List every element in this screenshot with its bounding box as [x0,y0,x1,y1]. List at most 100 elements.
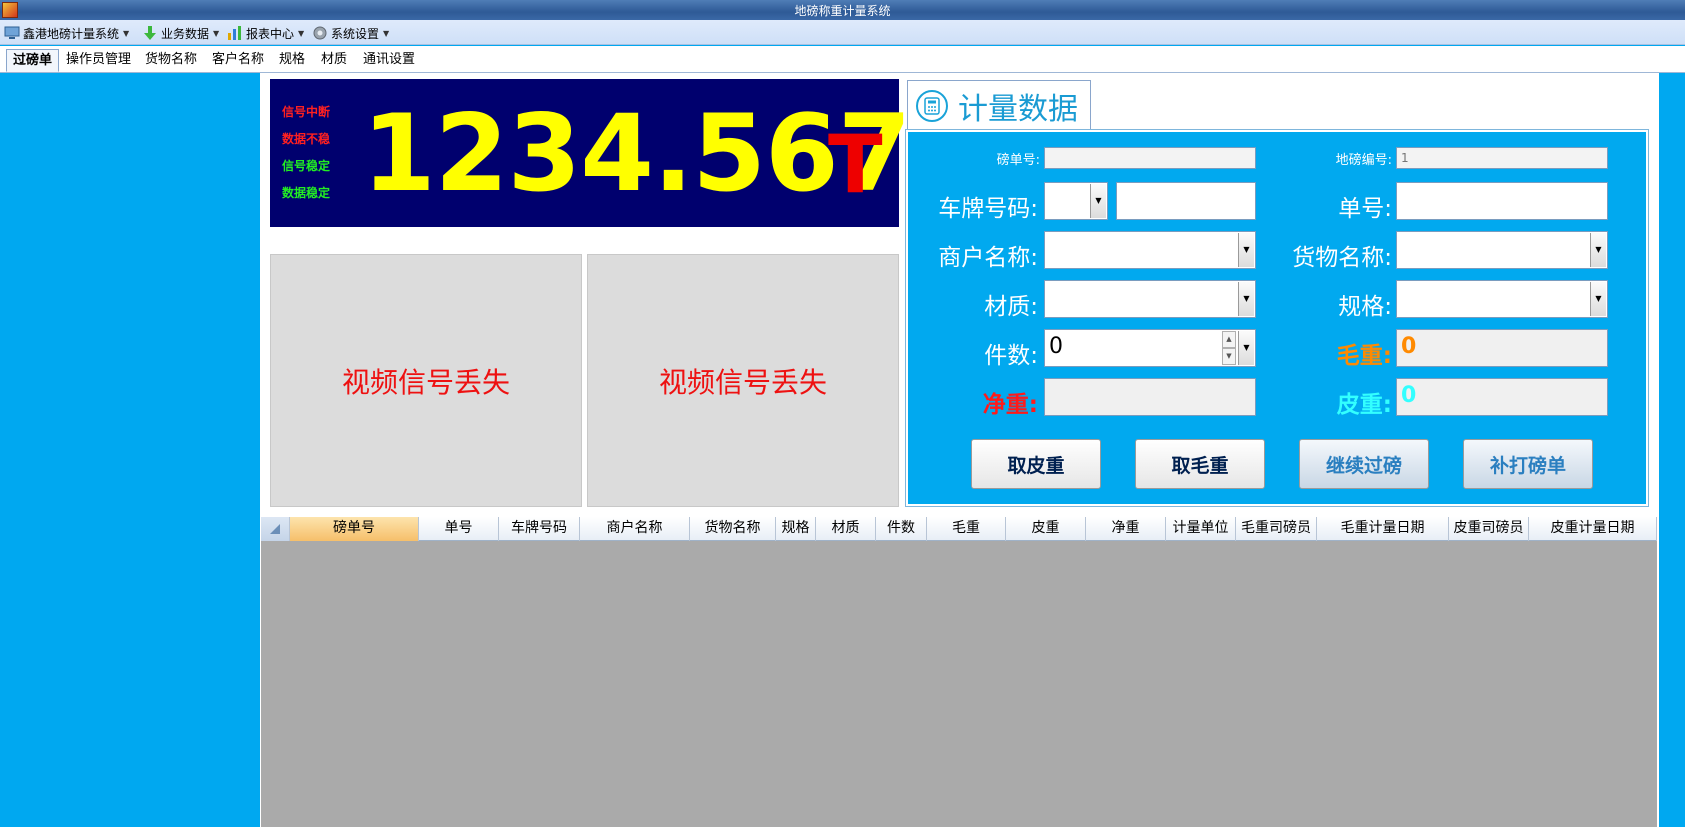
column-header[interactable]: 净重 [1086,517,1166,541]
tab-comm-settings[interactable]: 通讯设置 [357,49,421,72]
menu-business-label: 业务数据 [161,26,210,41]
menu-bar: 鑫港地磅计量系统 ▼ 业务数据 ▼ 报表中心 ▼ 系统设置 ▼ [0,20,1685,45]
spec-select[interactable]: ▼ [1396,280,1608,318]
bar-chart-icon [227,25,243,41]
stepper-down-icon[interactable]: ▼ [1222,348,1236,365]
gross-label: 毛重: [1336,343,1392,369]
plate-label: 车牌号码: [938,196,1038,222]
goods-label: 货物名称: [1292,245,1392,271]
column-header[interactable]: 毛重 [927,517,1006,541]
scale-no-label: 地磅编号: [1335,153,1392,168]
ticket-no-field[interactable] [1044,147,1256,169]
scale-no-field[interactable]: 1 [1396,147,1608,169]
tare-weight-field[interactable]: 0 [1396,378,1608,416]
tab-spec[interactable]: 规格 [273,49,311,72]
stepper-arrows[interactable]: ▲ ▼ [1222,331,1236,365]
column-header[interactable]: 规格 [776,517,816,541]
video-lost-text: 视频信号丢失 [658,365,827,399]
menu-system[interactable]: 鑫港地磅计量系统 ▼ [4,24,129,42]
order-no-field[interactable] [1396,182,1608,220]
column-header[interactable]: 毛重司磅员 [1236,517,1317,541]
gear-icon [312,25,328,41]
column-header[interactable]: 单号 [419,517,499,541]
pieces-value: 0 [1049,334,1063,359]
material-label: 材质: [984,294,1038,320]
pieces-label: 件数: [984,343,1038,369]
merchant-select[interactable]: ▼ [1044,231,1256,269]
net-weight-field[interactable] [1044,378,1256,416]
tab-customer-name[interactable]: 客户名称 [206,49,270,72]
take-tare-button[interactable]: 取皮重 [971,439,1101,489]
ticket-no-label: 磅单号: [996,153,1040,168]
chevron-down-icon[interactable]: ▼ [1238,233,1254,267]
download-arrow-icon [142,25,158,41]
chevron-down-icon[interactable]: ▼ [1590,233,1606,267]
chevron-down-icon: ▼ [213,28,220,38]
column-header[interactable]: 商户名称 [580,517,690,541]
column-header[interactable]: 磅单号 [290,517,419,541]
menu-system-label: 鑫港地磅计量系统 [23,26,120,41]
grid-header: 磅单号 单号 车牌号码 商户名称 货物名称 规格 材质 件数 毛重 皮重 净重 … [261,517,1657,541]
menu-settings-label: 系统设置 [331,26,380,41]
tab-material[interactable]: 材质 [315,49,353,72]
tab-weighing-ticket[interactable]: 过磅单 [6,49,60,72]
column-header[interactable]: 毛重计量日期 [1317,517,1449,541]
net-label: 净重: [982,392,1038,418]
menu-business[interactable]: 业务数据 ▼ [142,24,219,42]
weighing-records-grid: 磅单号 单号 车牌号码 商户名称 货物名称 规格 材质 件数 毛重 皮重 净重 … [261,517,1657,827]
chevron-down-icon[interactable]: ▼ [1590,282,1606,316]
video-lost-text: 视频信号丢失 [341,365,510,399]
video-panel-left: 视频信号丢失 [270,254,582,507]
tab-strip: 过磅单 操作员管理 货物名称 客户名称 规格 材质 通讯设置 [0,46,1685,73]
menu-reports[interactable]: 报表中心 ▼ [227,24,304,42]
chevron-down-icon[interactable]: ▼ [1090,184,1106,218]
column-header[interactable]: 皮重司磅员 [1449,517,1529,541]
video-panel-right: 视频信号丢失 [587,254,899,507]
menu-settings[interactable]: 系统设置 ▼ [312,24,389,42]
tare-label: 皮重: [1336,392,1392,418]
column-header[interactable]: 材质 [816,517,876,541]
merchant-label: 商户名称: [938,245,1038,271]
gross-weight-field[interactable]: 0 [1396,329,1608,367]
status-signal-stable: 信号稳定 [282,159,331,173]
chevron-down-icon[interactable]: ▼ [1238,282,1254,316]
metering-form: 磅单号: 地磅编号: 1 车牌号码: ▼ 单号: 商户名称: ▼ 货物名称: ▼… [905,129,1649,507]
goods-select[interactable]: ▼ [1396,231,1608,269]
select-all-corner[interactable] [261,517,290,541]
plate-prefix-select[interactable]: ▼ [1044,182,1108,220]
column-header[interactable]: 货物名称 [690,517,776,541]
status-signal-lost: 信号中断 [282,105,331,119]
tab-metering-data[interactable]: 计量数据 [907,80,1091,130]
calculator-icon [916,89,948,122]
chevron-down-icon: ▼ [298,28,305,38]
right-edge [1659,73,1685,827]
chevron-down-icon: ▼ [123,28,130,38]
chevron-down-icon[interactable]: ▼ [1238,331,1254,365]
status-data-unstable: 数据不稳 [282,132,331,146]
tab-metering-data-label: 计量数据 [958,91,1078,127]
pieces-stepper[interactable]: 0 ▲ ▼ ▼ [1044,329,1256,367]
material-select[interactable]: ▼ [1044,280,1256,318]
tab-goods-name[interactable]: 货物名称 [139,49,203,72]
continue-weighing-button[interactable]: 继续过磅 [1299,439,1429,489]
monitor-icon [4,25,20,41]
status-data-stable: 数据稳定 [282,186,331,200]
column-header[interactable]: 皮重 [1006,517,1086,541]
column-header[interactable]: 计量单位 [1166,517,1236,541]
title-bar: 地磅称重计量系统 [0,0,1685,20]
reprint-ticket-button[interactable]: 补打磅单 [1463,439,1593,489]
column-header[interactable]: 车牌号码 [499,517,580,541]
window-title: 地磅称重计量系统 [794,4,891,18]
weight-display: 信号中断 数据不稳 信号稳定 数据稳定 1234.567 T [270,79,912,227]
plate-number-field[interactable] [1116,182,1256,220]
order-no-label: 单号: [1338,196,1392,222]
menu-reports-label: 报表中心 [246,26,295,41]
column-header[interactable]: 皮重计量日期 [1529,517,1657,541]
tab-operator-management[interactable]: 操作员管理 [60,49,137,72]
stepper-up-icon[interactable]: ▲ [1222,331,1236,348]
column-header[interactable]: 件数 [876,517,927,541]
weight-unit: T [828,118,883,211]
spec-label: 规格: [1338,294,1392,320]
chevron-down-icon: ▼ [383,28,390,38]
take-gross-button[interactable]: 取毛重 [1135,439,1265,489]
